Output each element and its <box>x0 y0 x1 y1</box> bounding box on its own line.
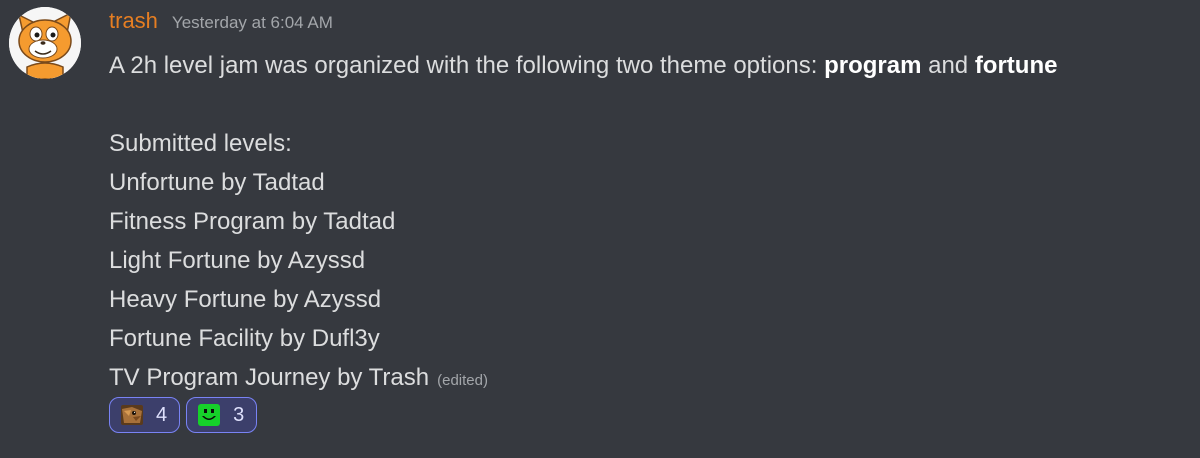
reaction-count: 3 <box>233 403 245 426</box>
edited-label: (edited) <box>437 372 488 389</box>
user-avatar[interactable] <box>9 7 81 79</box>
author-username[interactable]: trash <box>109 8 158 34</box>
intro-line: A 2h level jam was organized with the fo… <box>109 46 1189 85</box>
theme-option-program: program <box>824 52 922 79</box>
submitted-heading: Submitted levels: <box>109 130 292 157</box>
level-item: Unfortune by Tadtad <box>109 169 325 196</box>
level-item: Fortune Facility by Dufl3y <box>109 325 380 352</box>
reaction-count: 4 <box>156 403 168 426</box>
reaction-green-smiley[interactable]: 3 <box>186 397 258 433</box>
level-item: Fitness Program by Tadtad <box>109 208 396 235</box>
reaction-bird-face[interactable]: 4 <box>109 397 181 433</box>
scratch-cat-icon <box>9 7 81 79</box>
green-smiley-emoji-icon <box>198 404 221 426</box>
level-item-text: TV Program Journey by Trash <box>109 364 430 391</box>
intro-and-text: and <box>921 52 975 79</box>
message-header: trash Yesterday at 6:04 AM <box>109 8 333 42</box>
theme-option-fortune: fortune <box>974 52 1058 79</box>
intro-text: A 2h level jam was organized with the fo… <box>109 52 825 79</box>
reactions-bar: 4 3 <box>109 397 258 433</box>
level-item: Light Fortune by Azyssd <box>109 247 366 274</box>
chat-message: trash Yesterday at 6:04 AM A 2h level ja… <box>0 0 1200 458</box>
level-item: Heavy Fortune by Azyssd <box>109 286 382 313</box>
level-item-last: TV Program Journey by Trash (edited) <box>109 358 1189 397</box>
message-content: A 2h level jam was organized with the fo… <box>109 46 1189 397</box>
bird-face-emoji-icon <box>121 405 143 425</box>
message-timestamp[interactable]: Yesterday at 6:04 AM <box>172 13 333 33</box>
